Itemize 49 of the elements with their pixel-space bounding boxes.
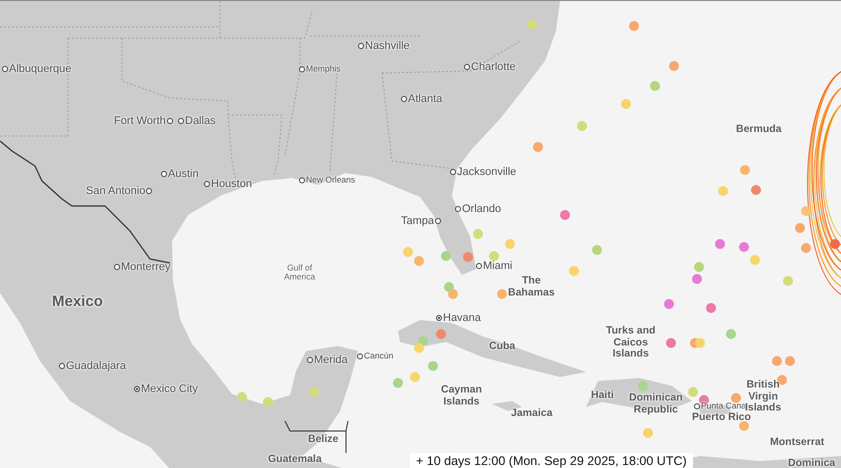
city-label: Austin — [168, 168, 199, 180]
water-label: Gulf of America — [284, 264, 316, 282]
city-label: San Antonio — [86, 184, 146, 198]
city-label: Memphis — [306, 64, 340, 74]
city-label: Merida — [314, 354, 348, 366]
forecast-point[interactable] — [830, 239, 840, 249]
city-label: Cancún — [364, 351, 394, 361]
place-label: Montserrat — [770, 437, 824, 449]
city-marker-icon — [435, 218, 442, 224]
city-label: Jacksonville — [457, 166, 516, 178]
forecast-point[interactable] — [777, 375, 787, 385]
city-marker-icon — [455, 206, 461, 212]
city-label: Mexico City — [141, 382, 198, 396]
place-label: Bermuda — [736, 124, 782, 136]
city-label: Orlando — [462, 202, 502, 216]
time-label: + 10 days 12:00 (Mon. Sep 29 2025, 18:00 UTC) — [410, 453, 693, 468]
city-label: Guadalajara — [66, 360, 126, 372]
place-label: Cayman Islands — [441, 384, 482, 408]
city-label: Punta Cana — [701, 401, 746, 410]
place-label: Guatemala — [268, 454, 322, 466]
city-label: Tampa — [401, 214, 434, 228]
place-label: Belize — [308, 434, 338, 446]
place-label: Turks and Caicos Islands — [606, 326, 656, 360]
place-label: Cuba — [489, 341, 516, 353]
place-label: Jamaica — [511, 408, 552, 420]
place-label: Puerto Rico — [692, 412, 751, 424]
capital-marker-icon — [436, 315, 442, 321]
city-label: Charlotte — [471, 60, 516, 74]
place-label: Dominica — [788, 458, 836, 468]
city-marker-icon — [357, 353, 363, 359]
city-marker-icon — [694, 403, 700, 409]
city-label: Nashville — [365, 40, 410, 52]
city-label: Dallas — [185, 114, 216, 128]
city-marker-icon — [146, 188, 152, 194]
place-label: British Virgin Islands — [745, 380, 782, 414]
city-label: New Orleans — [306, 175, 356, 185]
place-label: Haiti — [591, 390, 614, 402]
city-marker-icon — [166, 118, 173, 124]
city-label: Havana — [443, 312, 481, 324]
city-label: Albuquerque — [9, 62, 72, 76]
place-label: The Bahamas — [508, 275, 555, 299]
place-label: Dominican Republic — [629, 392, 683, 416]
city-label: Houston — [211, 178, 252, 190]
city-label: Atlanta — [408, 92, 442, 106]
city-marker-icon — [476, 263, 482, 269]
country-label: Mexico — [52, 294, 103, 310]
city-label: Monterrey — [121, 260, 171, 274]
city-label: Miami — [483, 260, 512, 272]
city-label: Fort Worth — [114, 114, 166, 128]
